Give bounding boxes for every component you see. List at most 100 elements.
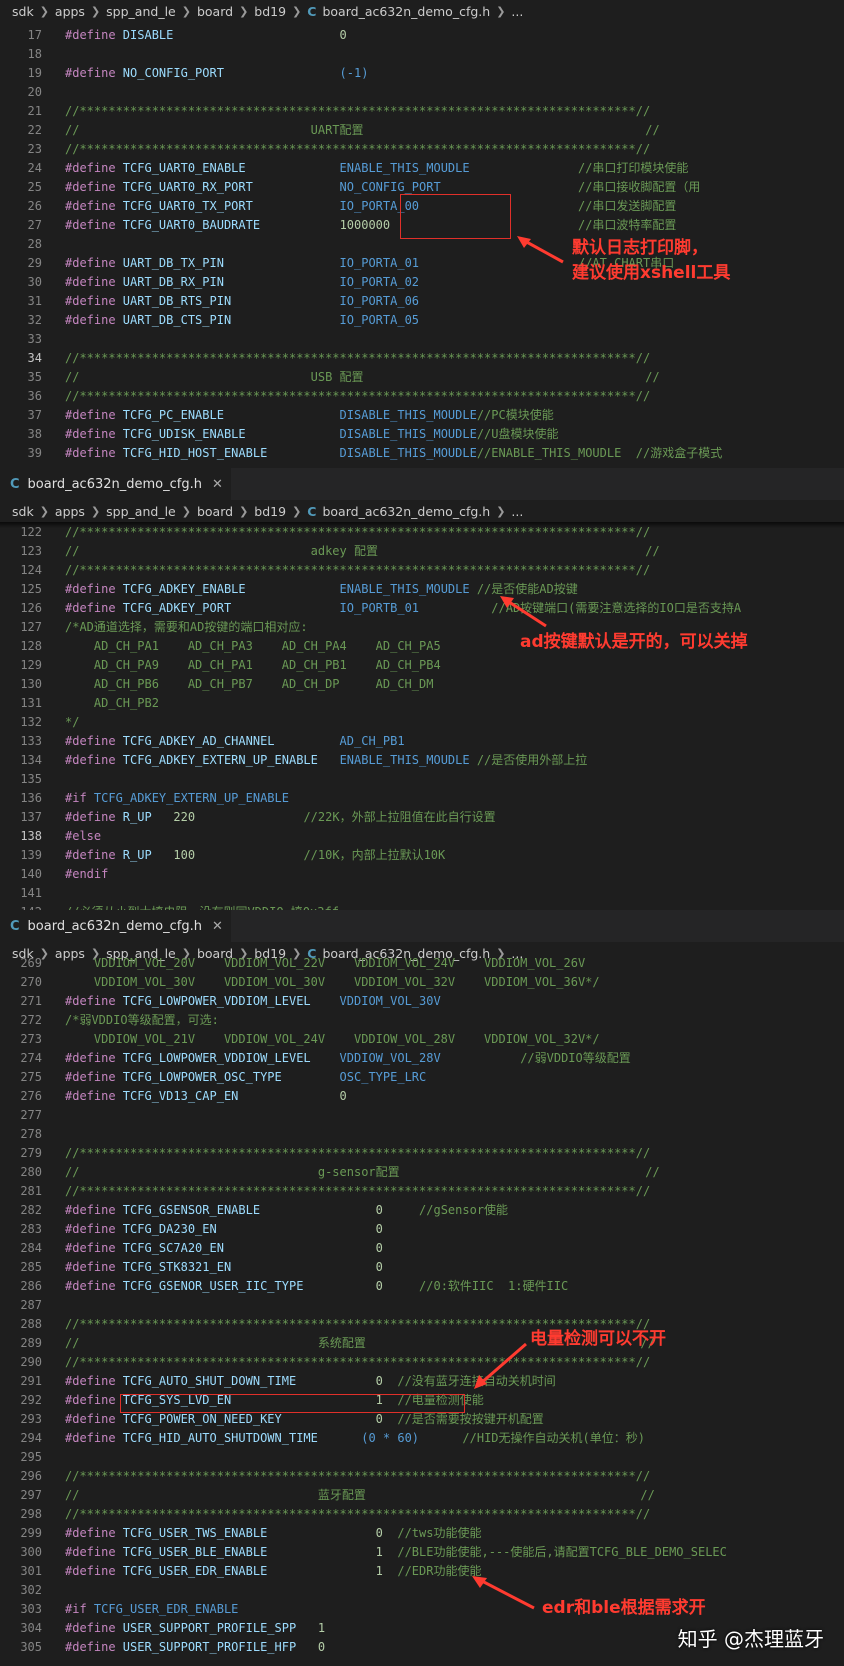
code-line[interactable]: 300 #define TCFG_USER_BLE_ENABLE 1 //BLE功… (0, 1543, 844, 1562)
code-line[interactable]: 296 //***********************************… (0, 1467, 844, 1486)
code-line[interactable]: 32 #define UART_DB_CTS_PIN IO_PORTA_05 (0, 311, 844, 330)
code-editor[interactable]: 122//***********************************… (0, 522, 844, 910)
code-line[interactable]: 297 // 蓝牙配置 // (0, 1486, 844, 1505)
code-line[interactable]: 303 #if TCFG_USER_EDR_ENABLE (0, 1600, 844, 1619)
code-text: #define TCFG_LOWPOWER_VDDIOW_LEVEL VDDIO… (65, 1049, 631, 1068)
code-line[interactable]: 284 #define TCFG_SC7A20_EN 0 (0, 1239, 844, 1258)
tab-board-cfg[interactable]: C board_ac632n_demo_cfg.h ✕ (0, 910, 231, 942)
code-line[interactable]: 39 #define TCFG_HID_HOST_ENABLE DISABLE_T… (0, 444, 844, 463)
code-token: 0 (375, 1260, 383, 1274)
breadcrumb-file[interactable]: board_ac632n_demo_cfg.h (322, 504, 490, 519)
code-line[interactable]: 130 AD_CH_PB6 AD_CH_PB7 AD_CH_DP AD_CH_D… (0, 675, 844, 694)
code-line[interactable]: 288//***********************************… (0, 1315, 844, 1334)
code-line[interactable]: 17 #define DISABLE 0 (0, 26, 844, 45)
code-line[interactable]: 278 (0, 1125, 844, 1144)
code-line[interactable]: 123 // adkey 配置 // (0, 542, 844, 561)
breadcrumb-board[interactable]: board (197, 4, 233, 19)
code-line[interactable]: 126 #define TCFG_ADKEY_PORT IO_PORTB_01 /… (0, 599, 844, 618)
code-line[interactable]: 141 (0, 884, 844, 903)
code-line[interactable]: 129 AD_CH_PA9 AD_CH_PA1 AD_CH_PB1 AD_CH_… (0, 656, 844, 675)
code-line[interactable]: 280 // g-sensor配置 // (0, 1163, 844, 1182)
code-line[interactable]: 35 // USB 配置 // (0, 368, 844, 387)
code-line[interactable]: 134 #define TCFG_ADKEY_EXTERN_UP_ENABLE E… (0, 751, 844, 770)
breadcrumb-apps[interactable]: apps (55, 504, 85, 519)
breadcrumb-spp-and-le[interactable]: spp_and_le (106, 4, 176, 19)
code-line[interactable]: 31 #define UART_DB_RTS_PIN IO_PORTA_06 (0, 292, 844, 311)
code-line[interactable]: 22 // UART配置 // (0, 121, 844, 140)
code-token: AD_CH_PB6 AD_CH_PB7 AD_CH_DP AD_CH_DM (65, 677, 434, 691)
breadcrumb-sdk[interactable]: sdk (12, 4, 34, 19)
code-line[interactable]: 277 (0, 1106, 844, 1125)
close-icon[interactable]: ✕ (212, 919, 223, 934)
code-editor[interactable]: 17 #define DISABLE 0 18 19 #define NO_CONFIG… (0, 22, 844, 468)
code-token: #define (65, 1564, 123, 1578)
code-line[interactable]: 138 #else (0, 827, 844, 846)
code-line[interactable]: 19 #define NO_CONFIG_PORT (-1) (0, 64, 844, 83)
code-line[interactable]: 294 #define TCFG_HID_AUTO_SHUTDOWN_TIME (… (0, 1429, 844, 1448)
code-line[interactable]: 285 #define TCFG_STK8321_EN 0 (0, 1258, 844, 1277)
code-line[interactable]: 24 #define TCFG_UART0_ENABLE ENABLE_THIS_… (0, 159, 844, 178)
breadcrumb-board[interactable]: board (197, 504, 233, 519)
code-token: //**************************************… (65, 351, 651, 365)
close-icon[interactable]: ✕ (212, 477, 223, 492)
code-line[interactable]: 274 #define TCFG_LOWPOWER_VDDIOW_LEVEL VD… (0, 1049, 844, 1068)
code-line[interactable]: 290 //***********************************… (0, 1353, 844, 1372)
code-line[interactable]: 276 #define TCFG_VD13_CAP_EN 0 (0, 1087, 844, 1106)
code-token: TCFG_LOWPOWER_OSC_TYPE (122, 1070, 282, 1084)
code-line[interactable]: 291 #define TCFG_AUTO_SHUT_DOWN_TIME 0 //… (0, 1372, 844, 1391)
breadcrumb-more[interactable]: ... (511, 4, 523, 19)
code-line[interactable]: 287 (0, 1296, 844, 1315)
code-line[interactable]: 124 //***********************************… (0, 561, 844, 580)
code-line[interactable]: 38 #define TCFG_UDISK_ENABLE DISABLE_THIS… (0, 425, 844, 444)
code-line[interactable]: 18 (0, 45, 844, 64)
scroll-shadow (0, 522, 844, 528)
code-line[interactable]: 298 //***********************************… (0, 1505, 844, 1524)
code-text: #if TCFG_ADKEY_EXTERN_UP_ENABLE (65, 789, 289, 808)
code-line[interactable]: 270 VDDIOM_VOL_30V VDDIOM_VOL_30V VDDIOM… (0, 973, 844, 992)
code-line[interactable]: 295 (0, 1448, 844, 1467)
code-line[interactable]: 137 #define R_UP 220 //22K，外部上拉阻值在此自行设置 (0, 808, 844, 827)
code-editor[interactable]: 269 VDDIOM_VOL_20V VDDIOM_VOL_22V VDDIOM… (0, 958, 844, 1666)
code-line[interactable]: 36 //************************************… (0, 387, 844, 406)
code-line[interactable]: 136 #if TCFG_ADKEY_EXTERN_UP_ENABLE (0, 789, 844, 808)
code-line[interactable]: 33 (0, 330, 844, 349)
breadcrumb-spp-and-le[interactable]: spp_and_le (106, 504, 176, 519)
code-token: // UART配置 // (65, 123, 660, 137)
breadcrumb-bd19[interactable]: bd19 (254, 4, 286, 19)
code-line[interactable]: 281 //***********************************… (0, 1182, 844, 1201)
code-line[interactable]: 140 #endif (0, 865, 844, 884)
breadcrumb-more[interactable]: ... (511, 504, 523, 519)
code-line[interactable]: 132 */ (0, 713, 844, 732)
code-line[interactable]: 279 //***********************************… (0, 1144, 844, 1163)
code-line[interactable]: 133 #define TCFG_ADKEY_AD_CHANNEL AD_CH_P… (0, 732, 844, 751)
code-line[interactable]: 131 AD_CH_PB2 (0, 694, 844, 713)
code-line[interactable]: 37 #define TCFG_PC_ENABLE DISABLE_THIS_MO… (0, 406, 844, 425)
code-line[interactable]: 142 //必须从小到大填电阻，没有则同VDDIO,填0x3ff (0, 903, 844, 910)
code-line[interactable]: 286 #define TCFG_GSENOR_USER_IIC_TYPE 0 /… (0, 1277, 844, 1296)
tab-board-cfg[interactable]: C board_ac632n_demo_cfg.h ✕ (0, 468, 231, 500)
code-line[interactable]: 125 #define TCFG_ADKEY_ENABLE ENABLE_THIS… (0, 580, 844, 599)
code-line[interactable]: 271 #define TCFG_LOWPOWER_VDDIOM_LEVEL VD… (0, 992, 844, 1011)
code-line[interactable]: 301 #define TCFG_USER_EDR_ENABLE 1 //EDR功… (0, 1562, 844, 1581)
code-line[interactable]: 282 #define TCFG_GSENSOR_ENABLE 0 //gSens… (0, 1201, 844, 1220)
code-line[interactable]: 299 #define TCFG_USER_TWS_ENABLE 0 //tws功… (0, 1524, 844, 1543)
code-line[interactable]: 272 /*弱VDDIO等级配置，可选: (0, 1011, 844, 1030)
breadcrumb-bd19[interactable]: bd19 (254, 504, 286, 519)
code-line[interactable]: 139 #define R_UP 100 //10K，内部上拉默认10K (0, 846, 844, 865)
code-line[interactable]: 302 (0, 1581, 844, 1600)
code-line[interactable]: 269 VDDIOM_VOL_20V VDDIOM_VOL_22V VDDIOM… (0, 958, 844, 973)
code-line[interactable]: 20 (0, 83, 844, 102)
breadcrumb-apps[interactable]: apps (55, 4, 85, 19)
code-token: 0 (375, 1412, 383, 1426)
code-line[interactable]: 273 VDDIOW_VOL_21V VDDIOW_VOL_24V VDDIOW… (0, 1030, 844, 1049)
code-line[interactable]: 283 #define TCFG_DA230_EN 0 (0, 1220, 844, 1239)
breadcrumb-sdk[interactable]: sdk (12, 504, 34, 519)
code-token: */ (65, 715, 80, 729)
code-line[interactable]: 21 //************************************… (0, 102, 844, 121)
code-line[interactable]: 289// 系统配置 // (0, 1334, 844, 1353)
code-line[interactable]: 135 (0, 770, 844, 789)
code-line[interactable]: 275 #define TCFG_LOWPOWER_OSC_TYPE OSC_TY… (0, 1068, 844, 1087)
breadcrumb-file[interactable]: board_ac632n_demo_cfg.h (322, 4, 490, 19)
code-line[interactable]: 23 //************************************… (0, 140, 844, 159)
code-line[interactable]: 34 //************************************… (0, 349, 844, 368)
